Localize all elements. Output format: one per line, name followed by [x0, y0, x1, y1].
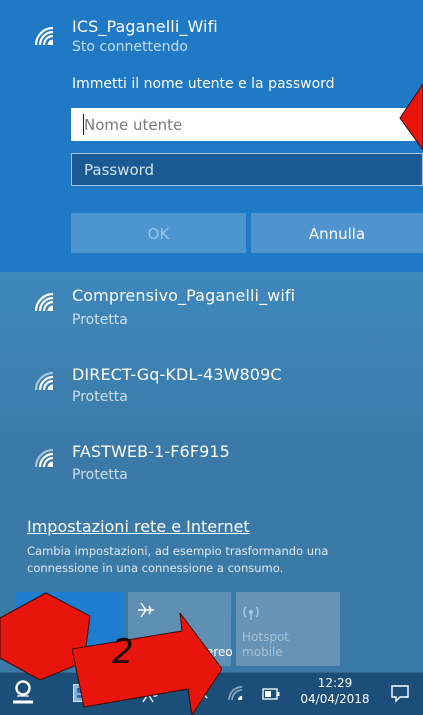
password-input[interactable]	[71, 153, 423, 186]
airplane-tile-label: ereo	[206, 645, 233, 659]
wifi-signal-icon	[34, 292, 54, 312]
airplane-icon	[138, 602, 154, 618]
wifi-toggle-tile[interactable]: Wi	[16, 592, 123, 666]
battery-icon[interactable]	[262, 688, 280, 700]
hotspot-icon	[243, 606, 259, 620]
ok-button[interactable]: OK	[71, 213, 246, 253]
network-name: FASTWEB-1-F6F915	[72, 442, 230, 461]
people-icon[interactable]	[142, 685, 160, 705]
action-center-icon[interactable]	[390, 684, 410, 704]
taskbar-clock[interactable]: 12:29 04/04/2018	[296, 675, 374, 707]
network-name: DIRECT-Gq-KDL-43W809C	[72, 365, 282, 384]
mobile-hotspot-tile[interactable]: Hotspot mobile	[236, 592, 340, 666]
clock-date: 04/04/2018	[300, 692, 370, 706]
airplane-mode-tile[interactable]: ereo	[128, 592, 233, 666]
network-status: Protetta	[72, 467, 128, 483]
cancel-button[interactable]: Annulla	[251, 213, 423, 253]
network-status: Protetta	[72, 312, 128, 328]
wifi-signal-icon	[34, 26, 54, 46]
network-status: Protetta	[72, 389, 128, 405]
arrow-label: 2	[112, 632, 134, 672]
wifi-tray-icon[interactable]	[226, 683, 246, 703]
username-input[interactable]	[71, 108, 423, 141]
wifi-icon	[28, 602, 44, 618]
settings-hint: Cambia impostazioni, ad esempio trasform…	[27, 544, 329, 575]
network-flyout-screen: ICS_Paganelli_Wifi Sto connettendo Immet…	[0, 0, 423, 715]
network-status: Sto connettendo	[72, 39, 188, 55]
user-icon[interactable]	[10, 679, 36, 707]
network-settings-link[interactable]: Impostazioni rete e Internet	[27, 517, 250, 536]
wifi-signal-icon	[34, 371, 54, 391]
wifi-signal-icon	[34, 448, 54, 468]
text-caret	[83, 114, 84, 135]
hotspot-tile-label: Hotspot mobile	[242, 630, 289, 659]
network-name[interactable]: ICS_Paganelli_Wifi	[72, 17, 218, 36]
wifi-tile-label: Wi	[22, 645, 37, 659]
credentials-prompt: Immetti il nome utente e la password	[72, 76, 335, 92]
chevron-up-icon[interactable]	[194, 688, 208, 700]
network-name: Comprensivo_Paganelli_wifi	[72, 286, 296, 305]
clock-time: 12:29	[317, 676, 353, 690]
app-icon[interactable]	[73, 684, 97, 702]
